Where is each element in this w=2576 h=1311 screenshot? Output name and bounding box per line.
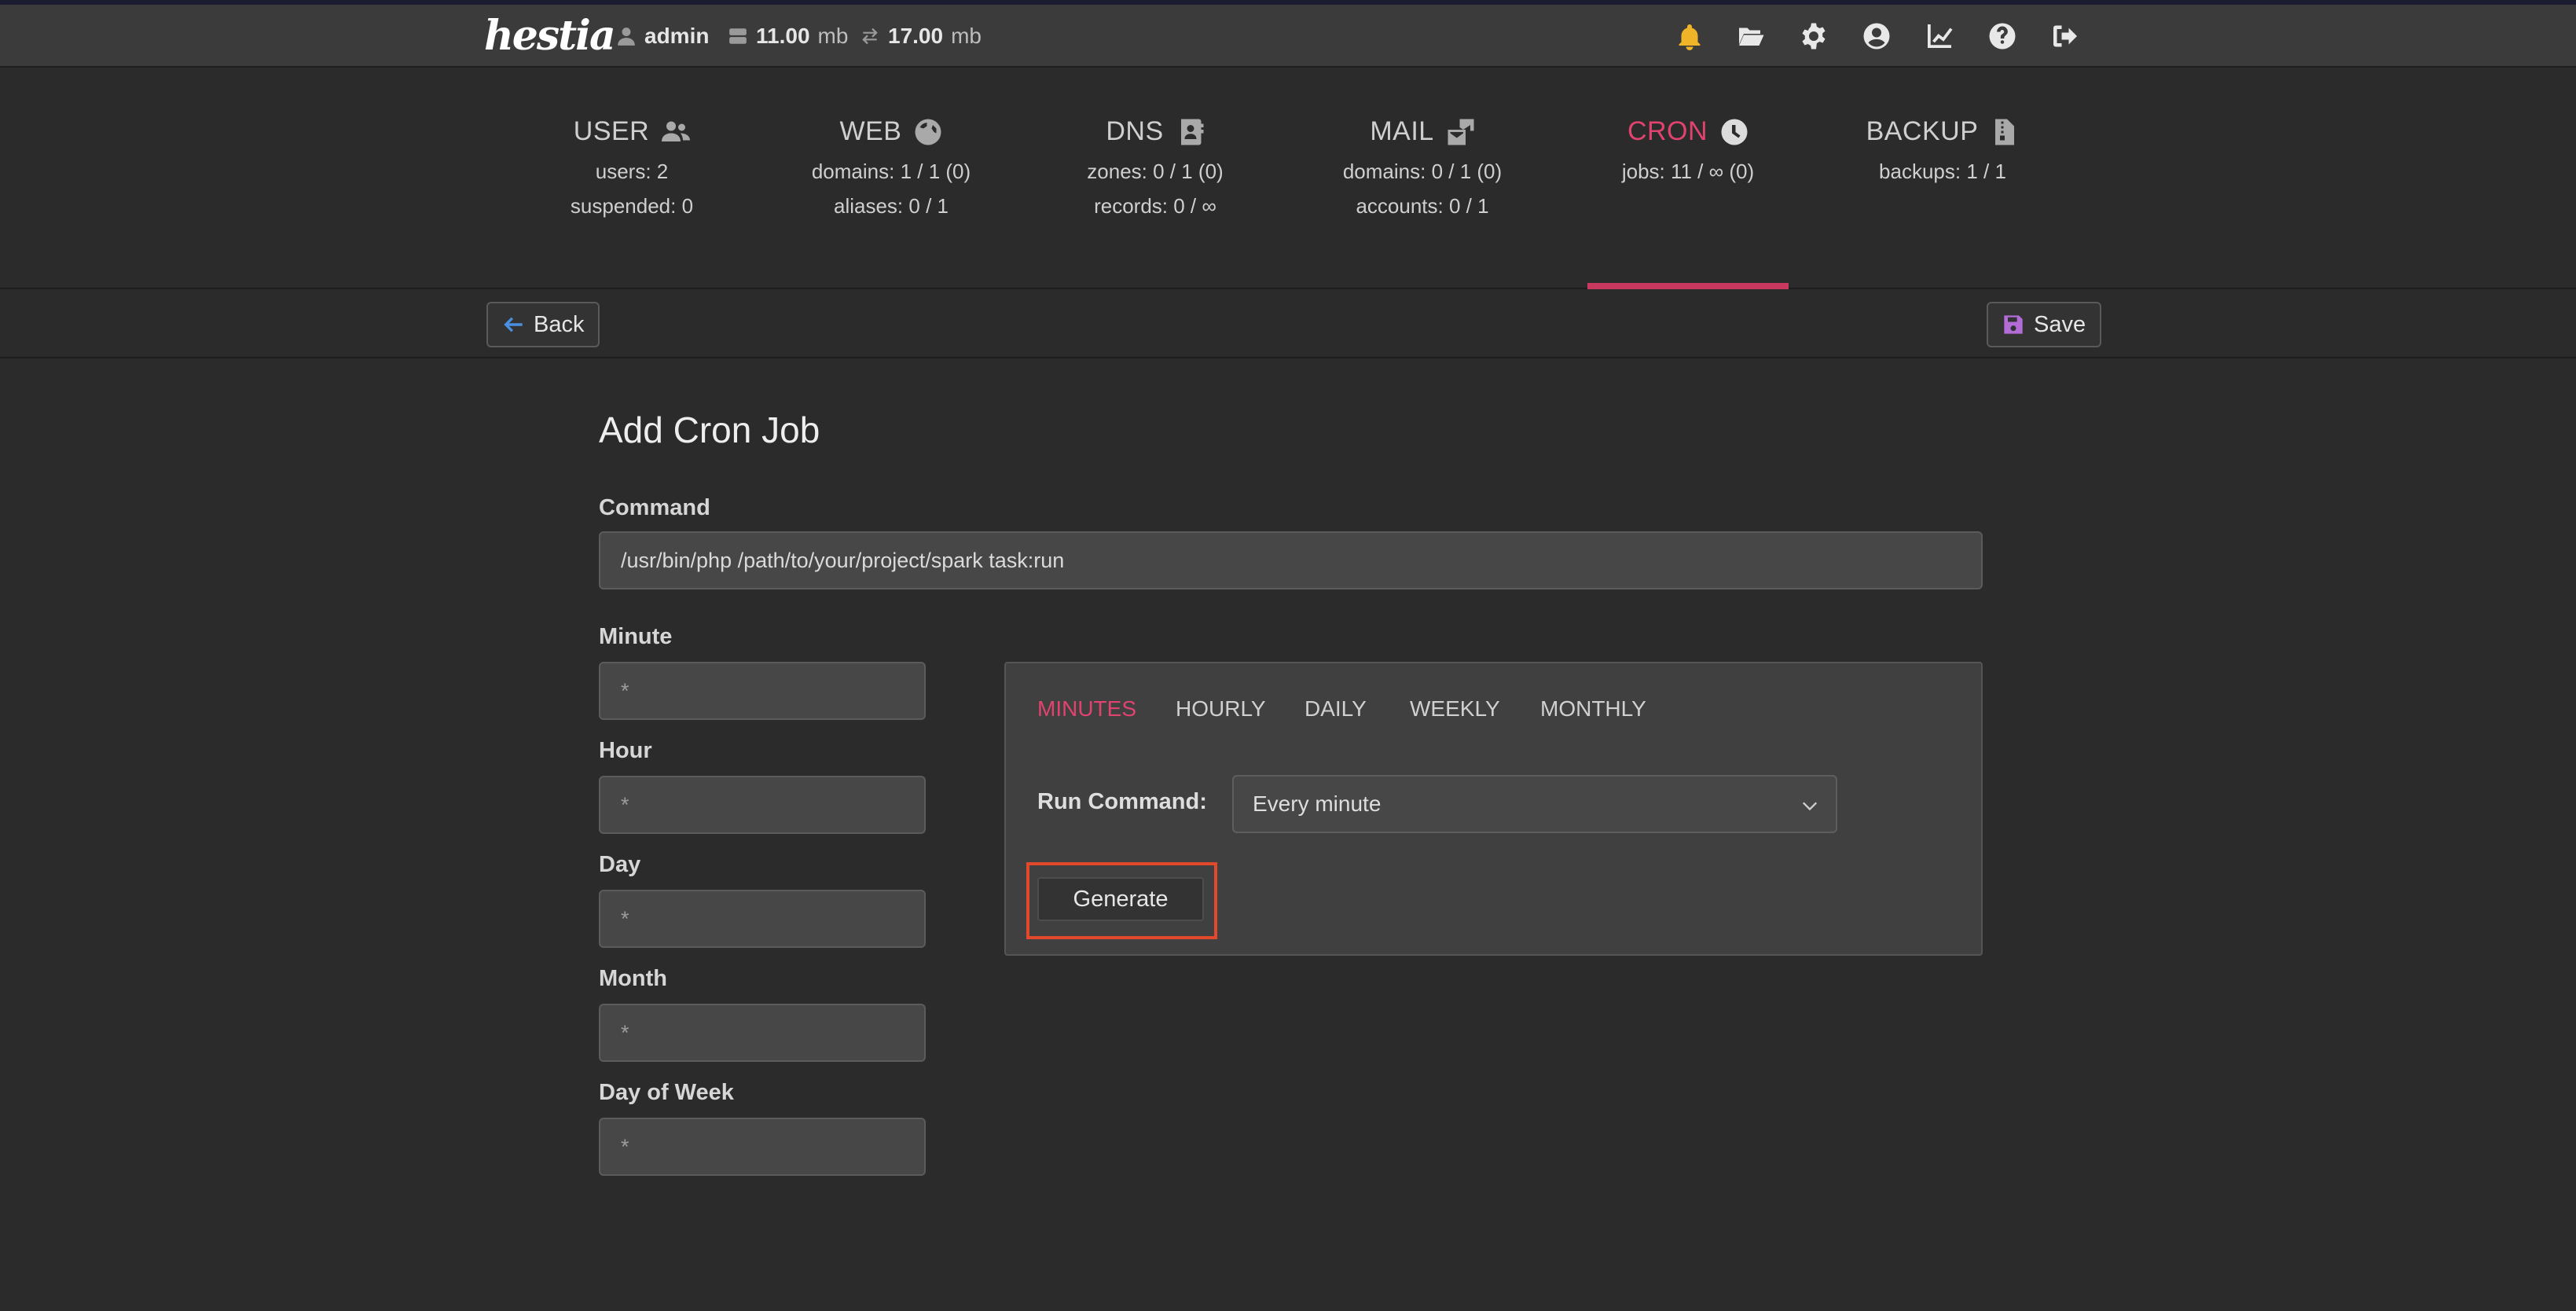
stat-user-title: USER <box>573 116 650 146</box>
run-command-select[interactable]: Every minute <box>1232 775 1837 833</box>
stat-backup-title: BACKUP <box>1866 116 1979 146</box>
statistics-button[interactable] <box>1924 20 1955 52</box>
month-label: Month <box>599 966 667 991</box>
stat-user-line-2: suspended: 0 <box>570 194 694 218</box>
logout-button[interactable] <box>2049 20 2081 52</box>
day-of-week-input[interactable]: * <box>599 1118 926 1176</box>
bell-icon <box>1679 24 1701 50</box>
users-icon <box>662 121 691 141</box>
stat-web-line-2: aliases: 0 / 1 <box>834 194 949 218</box>
stat-mail-title: MAIL <box>1370 116 1434 146</box>
save-button-label: Save <box>2034 311 2086 337</box>
bandwidth-unit: mb <box>951 24 982 48</box>
hour-input[interactable]: * <box>599 776 926 834</box>
username: admin <box>644 24 710 48</box>
stat-dns-line-2: records: 0 / ∞ <box>1094 194 1216 218</box>
user-circle-icon <box>1863 23 1890 50</box>
disk-usage: 11.00 mb <box>728 20 848 52</box>
minute-input[interactable]: * <box>599 662 926 720</box>
floppy-disk-icon <box>2004 315 2023 334</box>
stat-web-title-row: WEB <box>773 116 1009 147</box>
bandwidth-value: 17.00 <box>888 24 944 48</box>
page-title: Add Cron Job <box>599 409 820 450</box>
gear-icon <box>1802 23 1826 50</box>
save-button[interactable]: Save <box>1987 302 2102 347</box>
day-label: Day <box>599 852 641 877</box>
disk-unit: mb <box>817 24 849 48</box>
generate-button-highlight <box>1026 862 1217 939</box>
run-command-label: Run Command: <box>1037 789 1207 814</box>
run-command-value: Every minute <box>1253 791 1382 816</box>
tab-hourly[interactable]: HOURLY <box>1176 696 1266 722</box>
account-button[interactable] <box>1861 20 1892 52</box>
stat-mail-line-1: domains: 0 / 1 (0) <box>1342 160 1503 183</box>
address-book-icon <box>1180 119 1204 145</box>
toolbar: Back Save <box>0 291 2576 358</box>
day-input[interactable]: * <box>599 890 926 948</box>
stat-cron[interactable]: CRON jobs: 11 / ∞ (0) <box>1570 116 1806 182</box>
stat-web-title: WEB <box>839 116 902 146</box>
stat-dns-line-1: zones: 0 / 1 (0) <box>1087 160 1224 183</box>
stats-panel: USER users: 2 suspended: 0 WEB domains: … <box>0 69 2576 289</box>
stat-web-line-1: domains: 1 / 1 (0) <box>811 160 971 183</box>
tab-minutes[interactable]: MINUTES <box>1037 696 1136 722</box>
file-manager-button[interactable] <box>1735 20 1767 52</box>
question-icon <box>1989 23 2016 50</box>
tab-daily[interactable]: DAILY <box>1305 696 1367 722</box>
command-input[interactable]: /usr/bin/php /path/to/your/project/spark… <box>599 531 1983 589</box>
back-button-label: Back <box>534 311 585 337</box>
stat-backup-line-1: backups: 1 / 1 <box>1879 160 2006 183</box>
exchange-icon <box>862 28 878 45</box>
notifications-button[interactable] <box>1674 20 1705 52</box>
active-tab-indicator <box>1587 283 1789 289</box>
user-indicator: admin <box>616 20 709 52</box>
hour-label: Hour <box>599 738 652 763</box>
stat-user[interactable]: USER users: 2 suspended: 0 <box>514 116 750 216</box>
day-of-week-label: Day of Week <box>599 1080 734 1105</box>
stat-cron-title-row: CRON <box>1570 116 1806 147</box>
disk-value: 11.00 <box>756 24 810 48</box>
user-icon <box>618 28 635 46</box>
top-bar: hestia admin 11.00 mb 17.00 mb <box>0 5 2576 68</box>
stat-user-title-row: USER <box>514 116 750 147</box>
stat-cron-line-1: jobs: 11 / ∞ (0) <box>1621 160 1755 183</box>
file-archive-icon <box>1995 119 2015 145</box>
server-settings-button[interactable] <box>1798 20 1829 52</box>
help-button[interactable] <box>1987 20 2018 52</box>
stat-backup-title-row: BACKUP <box>1825 116 2060 147</box>
back-button[interactable]: Back <box>486 302 600 347</box>
stat-backup[interactable]: BACKUP backups: 1 / 1 <box>1825 116 2060 182</box>
tab-monthly[interactable]: MONTHLY <box>1540 696 1646 722</box>
arrow-left-icon <box>504 317 523 332</box>
chart-line-icon <box>1928 24 1953 48</box>
bandwidth-usage: 17.00 mb <box>860 20 982 52</box>
stat-user-line-1: users: 2 <box>595 160 669 183</box>
globe-icon <box>915 119 941 145</box>
stat-mail-title-row: MAIL <box>1305 116 1540 147</box>
minute-label: Minute <box>599 624 673 649</box>
stat-mail-line-2: accounts: 0 / 1 <box>1356 194 1489 218</box>
command-label: Command <box>599 495 710 520</box>
hestia-logo[interactable]: hestia <box>484 11 616 61</box>
tab-weekly[interactable]: WEEKLY <box>1410 696 1500 722</box>
stat-mail[interactable]: MAIL domains: 0 / 1 (0) accounts: 0 / 1 <box>1305 116 1540 216</box>
stat-dns-title: DNS <box>1106 116 1164 146</box>
clock-icon <box>1721 119 1748 145</box>
stat-cron-title: CRON <box>1627 116 1708 146</box>
stat-web[interactable]: WEB domains: 1 / 1 (0) aliases: 0 / 1 <box>773 116 1009 216</box>
hard-drive-icon <box>729 28 747 44</box>
logout-icon <box>2053 25 2077 47</box>
chevron-down-icon <box>1802 802 1818 811</box>
folder-open-icon <box>1739 28 1764 46</box>
stat-dns-title-row: DNS <box>1037 116 1273 147</box>
stat-dns[interactable]: DNS zones: 0 / 1 (0) records: 0 / ∞ <box>1037 116 1273 216</box>
month-input[interactable]: * <box>599 1004 926 1062</box>
mail-bulk-icon <box>1448 119 1474 145</box>
